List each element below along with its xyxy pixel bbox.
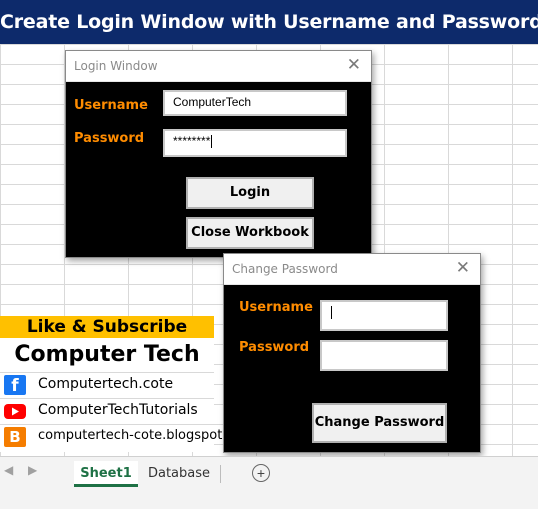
social-row-blogger[interactable]: B computertech-cote.blogspot: [0, 424, 222, 449]
add-sheet-icon[interactable]: +: [252, 464, 270, 482]
login-window: Login Window ✕ Username ComputerTech Pas…: [65, 50, 372, 258]
login-window-title: Login Window: [74, 59, 158, 73]
tutorial-banner-title: Create Login Window with Username and Pa…: [0, 0, 538, 44]
blogger-icon: B: [4, 427, 26, 447]
tab-scroll-left-icon[interactable]: ◀: [4, 463, 13, 477]
facebook-icon: f: [4, 375, 26, 396]
new-password-input[interactable]: [320, 340, 448, 371]
close-icon[interactable]: ✕: [347, 55, 361, 75]
text-cursor-icon: [211, 135, 213, 149]
promo-panel: Like & Subscribe Computer Tech f Compute…: [0, 316, 222, 452]
password-input[interactable]: ********: [163, 129, 347, 157]
close-workbook-button[interactable]: Close Workbook: [186, 217, 314, 249]
close-icon[interactable]: ✕: [456, 258, 470, 278]
tab-divider: [220, 465, 221, 483]
facebook-link-text: Computertech.cote: [38, 376, 174, 392]
username-label: Username: [239, 300, 313, 315]
change-password-button[interactable]: Change Password: [312, 403, 447, 443]
username-input[interactable]: ComputerTech: [163, 90, 347, 116]
username-label: Username: [74, 98, 148, 113]
password-label: Password: [239, 340, 310, 355]
tab-sheet1[interactable]: Sheet1: [74, 461, 138, 487]
change-password-window: Change Password ✕ Username Password Chan…: [223, 253, 481, 453]
social-row-youtube[interactable]: ComputerTechTutorials: [0, 398, 214, 423]
social-row-facebook[interactable]: f Computertech.cote: [0, 372, 214, 397]
tab-database[interactable]: Database: [140, 461, 218, 487]
login-button[interactable]: Login: [186, 177, 314, 209]
change-password-title: Change Password: [232, 262, 338, 276]
change-password-titlebar[interactable]: Change Password ✕: [224, 254, 480, 285]
blogger-link-text: computertech-cote.blogspot: [38, 428, 223, 443]
channel-brand: Computer Tech: [14, 342, 200, 367]
sheet-tab-bar: ◀ ▶ Sheet1 Database +: [0, 456, 538, 509]
login-window-titlebar[interactable]: Login Window ✕: [66, 51, 371, 82]
text-cursor-icon: [331, 306, 332, 320]
play-icon: [12, 407, 19, 416]
password-label: Password: [74, 131, 145, 146]
subscribe-banner: Like & Subscribe: [0, 316, 214, 338]
new-username-input[interactable]: [320, 300, 448, 331]
password-masked-text: ********: [173, 134, 211, 148]
youtube-link-text: ComputerTechTutorials: [38, 402, 198, 418]
tab-scroll-right-icon[interactable]: ▶: [28, 463, 37, 477]
youtube-icon: [4, 404, 26, 419]
